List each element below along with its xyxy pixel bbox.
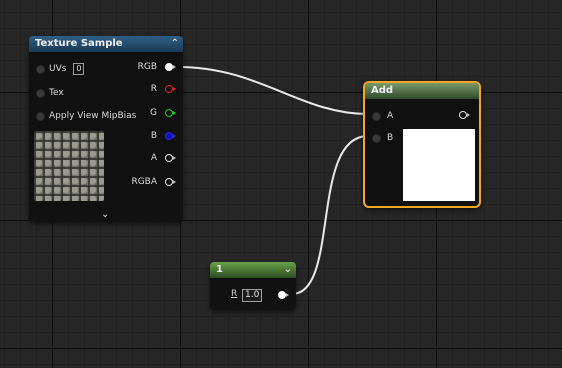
b-input-pin[interactable] [372,134,381,143]
rgba-output-pin[interactable] [165,178,176,186]
add-node[interactable]: Add A B [363,81,481,208]
b-output-label: B [150,131,157,141]
texture-sample-header[interactable]: Texture Sample ⌃ [29,36,183,52]
mipbias-input-pin[interactable] [36,112,45,121]
mipbias-label: Apply View MipBias [49,111,137,121]
uvs-label: UVs [49,64,67,74]
b-output-pin[interactable] [165,132,176,140]
collapse-chevron-icon[interactable]: ⌃ [171,36,179,52]
texture-sample-title: Texture Sample [35,38,123,49]
wire-rgb-to-a [177,66,369,115]
uvs-input-row: UVs 0 [49,63,85,75]
add-output-pin[interactable] [459,111,470,119]
a-input-label: A [387,111,394,121]
rgb-output-label: RGB [137,62,157,72]
constant-title: 1 [216,264,223,275]
a-output-pin[interactable] [165,154,176,162]
constant-param-label: R [231,289,238,299]
b-input-label: B [387,133,394,143]
r-output-label: R [150,84,157,94]
uvs-value-field[interactable]: 0 [73,63,85,75]
rgba-output-label: RGBA [131,177,157,187]
texture-preview-image [34,131,104,201]
add-title: Add [371,85,394,96]
constant-output-pin[interactable] [278,291,289,299]
a-input-pin[interactable] [372,112,381,121]
constant-chevron-icon[interactable]: ⌄ [284,262,292,278]
constant-header[interactable]: 1 ⌄ [210,262,296,278]
expand-chevron-icon[interactable]: ⌄ [101,209,109,220]
texture-sample-node[interactable]: Texture Sample ⌃ UVs 0 Tex Apply View Mi… [29,36,183,222]
add-header[interactable]: Add [365,83,479,99]
a-output-label: A [150,153,157,163]
uvs-input-pin[interactable] [36,65,45,74]
wire-constant-to-b [291,135,369,295]
g-output-label: G [150,108,157,118]
constant-value-field[interactable]: 1.0 [242,289,263,302]
constant-node[interactable]: 1 ⌄ R 1.0 [210,262,296,310]
rgb-output-pin[interactable] [165,63,176,71]
add-preview-swatch [403,129,475,201]
g-output-pin[interactable] [165,109,176,117]
tex-input-pin[interactable] [36,89,45,98]
r-output-pin[interactable] [165,85,176,93]
tex-label: Tex [49,88,64,98]
